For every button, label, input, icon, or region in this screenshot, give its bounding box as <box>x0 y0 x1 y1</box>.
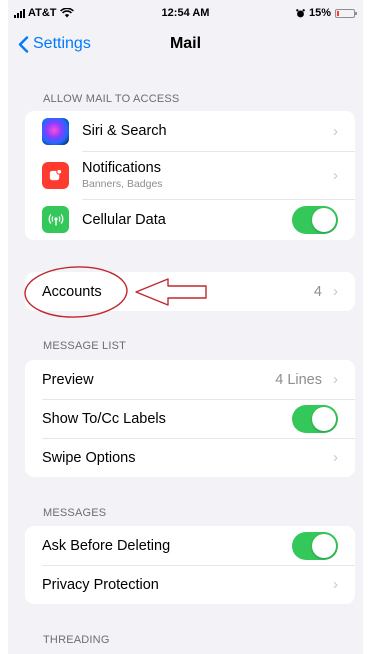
accounts-count: 4 <box>313 283 322 300</box>
notifications-text: Notifications Banners, Badges <box>82 160 163 190</box>
ask-before-deleting-label: Ask Before Deleting <box>42 537 171 554</box>
mail-settings-screen: AT&T 12:54 AM 15% Settings Mail ALLOW MA… <box>8 0 363 654</box>
messages-group: Ask Before Deleting Privacy Protection › <box>25 526 355 604</box>
toggle-knob <box>312 533 336 558</box>
ask-before-deleting-row: Ask Before Deleting <box>25 526 355 565</box>
cellular-data-label: Cellular Data <box>82 211 166 228</box>
cellular-data-toggle[interactable] <box>292 205 338 234</box>
ask-before-deleting-toggle[interactable] <box>292 531 338 560</box>
notifications-sublabel: Banners, Badges <box>82 178 163 190</box>
alarm-icon <box>296 8 305 17</box>
battery-icon <box>335 8 357 18</box>
cellular-icon <box>42 206 69 233</box>
swipe-options-label: Swipe Options <box>42 449 136 466</box>
nav-bar: Settings Mail <box>8 28 363 60</box>
show-to-cc-row: Show To/Cc Labels <box>25 399 355 438</box>
page-title: Mail <box>169 35 202 52</box>
show-to-cc-toggle[interactable] <box>292 404 338 433</box>
section-header-threading: THREADING <box>43 634 110 646</box>
privacy-protection-label: Privacy Protection <box>42 576 159 593</box>
preview-label: Preview <box>42 371 94 388</box>
siri-search-row[interactable]: Siri & Search › <box>25 111 355 151</box>
preview-value: 4 Lines <box>275 371 322 388</box>
chevron-right-icon: › <box>333 122 338 140</box>
show-to-cc-label: Show To/Cc Labels <box>42 410 166 427</box>
chevron-right-icon: › <box>333 371 338 388</box>
accounts-group: Accounts 4 › <box>25 272 355 311</box>
toggle-knob <box>312 207 336 232</box>
message-list-group: Preview 4 Lines › Show To/Cc Labels Swip… <box>25 360 355 477</box>
privacy-protection-row[interactable]: Privacy Protection › <box>25 565 355 604</box>
allow-access-group: Siri & Search › Notifications Banners, B… <box>25 111 355 240</box>
battery-percent: 15% <box>308 7 331 19</box>
toggle-knob <box>312 406 336 431</box>
chevron-right-icon: › <box>333 283 338 300</box>
chevron-right-icon: › <box>333 166 338 184</box>
chevron-right-icon: › <box>333 576 338 593</box>
notifications-row[interactable]: Notifications Banners, Badges › <box>25 151 355 199</box>
accounts-row[interactable]: Accounts 4 › <box>25 272 355 311</box>
status-bar: AT&T 12:54 AM 15% <box>8 7 363 23</box>
preview-row[interactable]: Preview 4 Lines › <box>25 360 355 399</box>
battery-level <box>337 10 339 16</box>
swipe-options-row[interactable]: Swipe Options › <box>25 438 355 477</box>
accounts-label: Accounts <box>42 283 102 300</box>
cellular-data-row: Cellular Data <box>25 199 355 240</box>
notifications-icon <box>42 161 69 189</box>
section-header-message-list: MESSAGE LIST <box>43 340 127 352</box>
section-header-messages: MESSAGES <box>43 507 107 519</box>
section-header-allow-access: ALLOW MAIL TO ACCESS <box>43 93 180 105</box>
siri-icon <box>42 117 69 145</box>
notifications-label: Notifications <box>82 160 161 176</box>
siri-search-label: Siri & Search <box>82 123 167 139</box>
chevron-right-icon: › <box>333 449 338 466</box>
